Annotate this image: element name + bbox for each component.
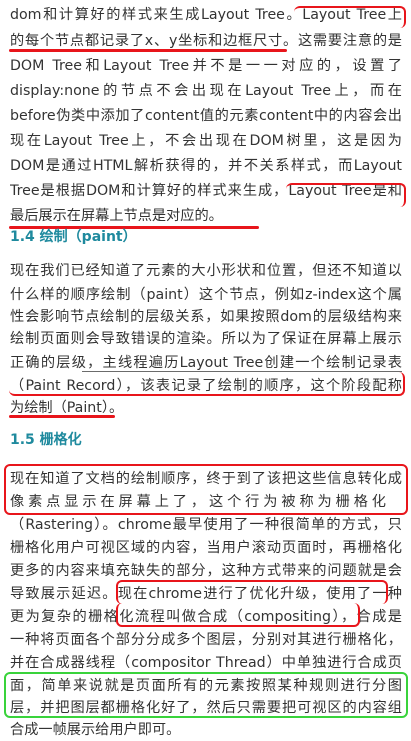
annotation-compositing-box-top (116, 580, 388, 604)
intro-line-4: display:none的节点不会出现在Layout Tree上，而在 (10, 83, 402, 99)
intro-line-5: before伪类中添加了content值的元素content中的内容会出 (10, 108, 402, 124)
section-heading-raster: 1.5 栅格化 (10, 432, 82, 448)
raster-line-12: 合成一帧展示给用户即可。 (10, 722, 181, 738)
annotation-underline-1 (9, 49, 287, 52)
annotation-layers-box (4, 672, 408, 718)
raster-line-9: 并在合成器线程（compositor Thread）中单独进行合成页 (10, 655, 402, 671)
intro-line-6: 现在Layout Tree上，不会出现在DOM树里，这是因为 (10, 133, 402, 149)
section-heading-paint: 1.4 绘制（paint） (10, 229, 137, 245)
annotation-paint-underline (9, 415, 115, 418)
annotation-rastering-box (4, 464, 408, 515)
raster-line-5: 更多的内容来填充缺失的部分，这种方式带来的问题就是会 (10, 563, 402, 579)
annotation-layout-tree-box (294, 6, 406, 28)
intro-line-7: DOM是通过HTML解析获得的，并不关系样式，而Layout (10, 158, 402, 174)
annotation-paint-record-box (9, 372, 405, 396)
paint-line-2: 什么样的顺序绘制（paint）这个节点，例如z-index这个属 (10, 287, 402, 303)
intro-line-3: DOM Tree和Layout Tree并不是一一对应的，设置了 (10, 58, 402, 74)
annotation-compositing-box-bottom (116, 603, 360, 627)
paint-line-1: 现在我们已经知道了元素的大小形状和位置，但还不知道以 (10, 263, 402, 279)
raster-line-3: （Rastering）。chrome最早使用了一种很简单的方式，只 (10, 517, 402, 533)
paint-line-4: 绘制页面则会导致错误的渲染。所以为了保证在屏幕上展示 (10, 331, 402, 347)
paint-line-3: 性会影响节点绘制的层级关系，如果按照dom的层级结构来 (10, 309, 402, 325)
raster-line-8: 一种将页面各个部分分成多个图层，分别对其进行栅格化， (10, 632, 402, 648)
annotation-layout-tree-match-box (286, 183, 406, 207)
raster-line-4: 栅格化用户可视区域的内容，当用户滚动页面时，再栅格化 (10, 540, 402, 556)
intro-line-9: 最后展示在屏幕上节点是对应的。 (10, 208, 223, 224)
article-page: dom和计算好的样式来生成Layout Tree。Layout Tree上 的每… (0, 0, 411, 738)
